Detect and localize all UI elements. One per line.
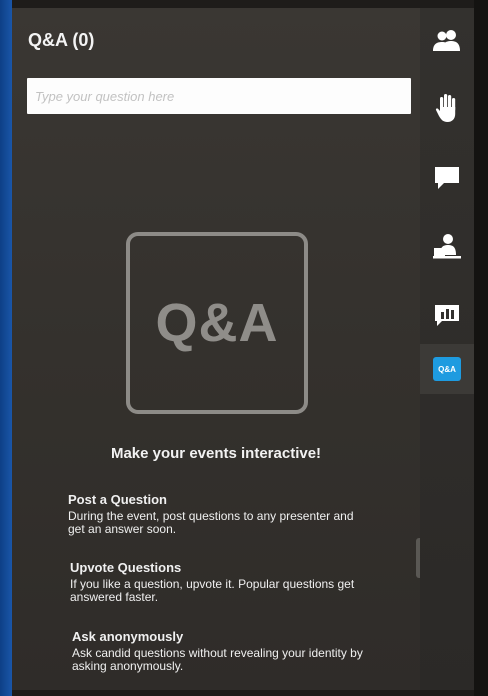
feature-title: Post a Question [68,492,167,507]
desktop-background-edge [0,0,12,696]
feature-ask-anonymously: Ask anonymously Ask candid questions wit… [72,629,372,673]
qa-logo: Q&A [126,232,308,414]
sidebar-item-raise-hand[interactable] [420,86,474,130]
qa-logo-text: Q&A [155,293,279,353]
side-toolbar: Q&A [420,8,474,690]
qa-panel: Q&A (0) Q&A Make your events interactive… [12,8,430,690]
people-icon [433,30,460,51]
screen-bezel [474,0,488,696]
feature-description: Ask candid questions without revealing y… [72,646,363,673]
raise-hand-icon [435,94,456,122]
question-input[interactable] [27,78,411,114]
sidebar-item-presenter[interactable] [420,224,474,268]
chat-icon [435,167,459,189]
feature-title: Upvote Questions [70,560,182,575]
sidebar-item-polls[interactable] [420,294,474,338]
sidebar-item-qa[interactable]: Q&A [420,344,474,394]
feature-description: If you like a question, upvote it. Popul… [70,577,355,604]
sidebar-item-chat[interactable] [420,156,474,200]
panel-title: Q&A (0) [28,30,95,50]
feature-description: During the event, post questions to any … [68,509,354,536]
promo-headline: Make your events interactive! [110,445,322,462]
qa-icon: Q&A [433,357,461,381]
feature-title: Ask anonymously [72,629,184,644]
sidebar-item-participants[interactable] [420,18,474,62]
feature-post-question: Post a Question During the event, post q… [68,492,368,536]
poll-icon [435,305,459,326]
presenter-icon [433,234,461,259]
feature-upvote-questions: Upvote Questions If you like a question,… [70,560,370,604]
